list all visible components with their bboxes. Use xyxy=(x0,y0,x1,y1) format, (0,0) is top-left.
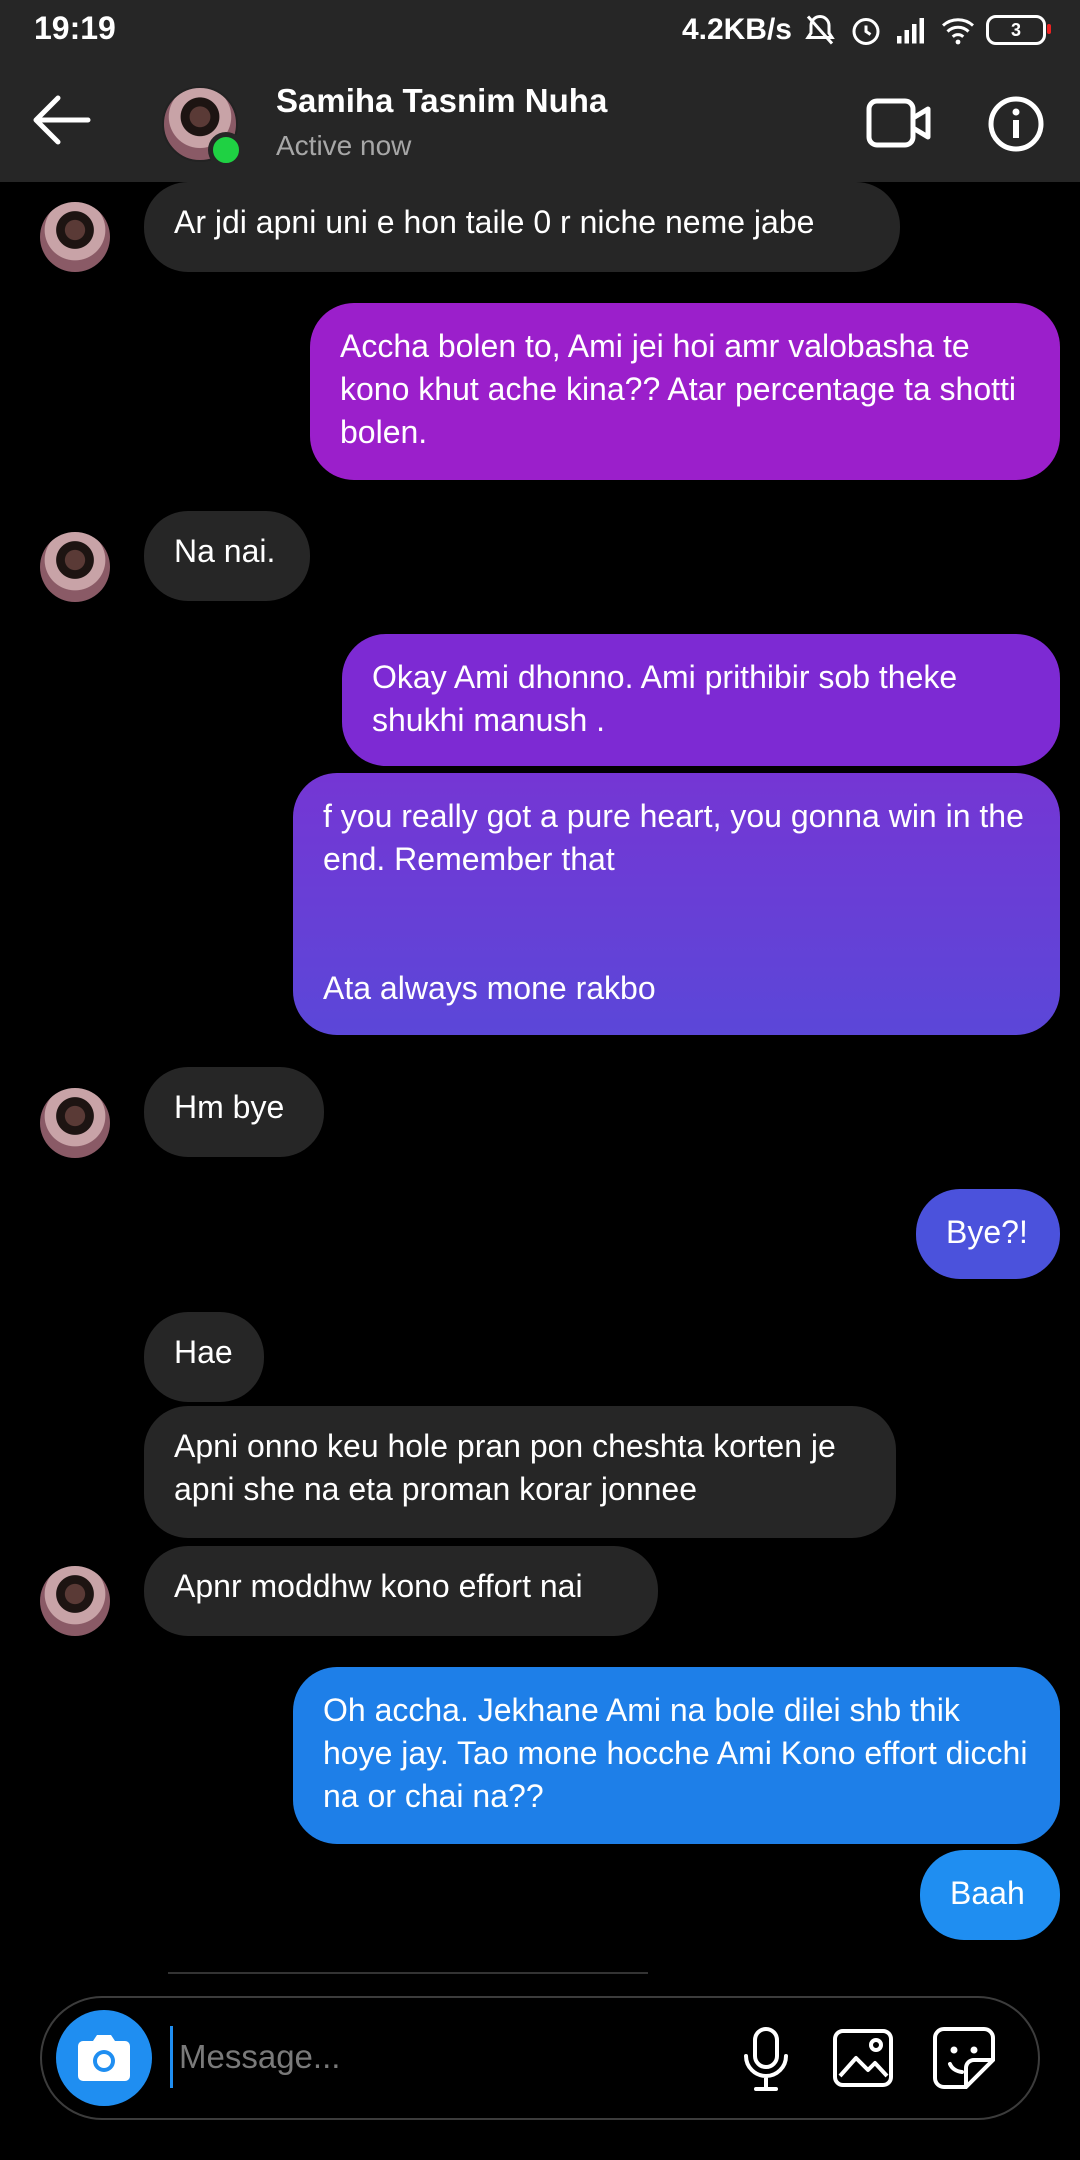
camera-button[interactable] xyxy=(56,2010,152,2106)
wifi-icon xyxy=(942,18,974,45)
status-bar: 19:19 4.2KB/s 3 xyxy=(0,0,1080,60)
message-composer xyxy=(40,1996,1040,2120)
message-incoming[interactable]: Hm bye xyxy=(144,1067,324,1157)
online-status-dot xyxy=(208,132,244,168)
message-outgoing[interactable]: Oh accha. Jekhane Ami na bole dilei shb … xyxy=(293,1667,1060,1844)
message-input[interactable] xyxy=(170,2026,741,2088)
mute-bell-icon xyxy=(805,14,835,45)
message-outgoing[interactable]: Baah xyxy=(920,1850,1060,1940)
alarm-icon xyxy=(852,18,880,45)
message-outgoing[interactable]: f you really got a pure heart, you gonna… xyxy=(293,773,1060,1035)
battery-icon: 3 xyxy=(986,15,1051,45)
message-outgoing[interactable]: Accha bolen to, Ami jei hoi amr valobash… xyxy=(310,303,1060,480)
contact-status: Active now xyxy=(276,130,412,161)
chat-header: Samiha Tasnim Nuha Active now xyxy=(0,60,1080,182)
video-call-icon[interactable] xyxy=(866,98,932,148)
message-outgoing[interactable]: Bye?! xyxy=(916,1189,1060,1279)
back-arrow-icon[interactable] xyxy=(28,90,94,150)
divider xyxy=(168,1972,648,1974)
sender-avatar[interactable] xyxy=(40,532,110,602)
status-icons: 4.2KB/s 3 xyxy=(681,10,1051,50)
contact-name[interactable]: Samiha Tasnim Nuha xyxy=(276,82,607,120)
network-speed: 4.2KB/s xyxy=(681,13,792,46)
sender-avatar[interactable] xyxy=(40,1566,110,1636)
gallery-icon[interactable] xyxy=(832,2028,894,2088)
battery-level: 3 xyxy=(1010,19,1021,40)
microphone-icon[interactable] xyxy=(736,2026,796,2092)
info-icon[interactable] xyxy=(988,96,1044,152)
camera-icon xyxy=(78,2035,130,2081)
signal-icon xyxy=(897,18,924,44)
contact-avatar[interactable] xyxy=(162,86,244,168)
message-incoming[interactable]: Hae xyxy=(144,1312,264,1402)
status-time: 19:19 xyxy=(34,10,116,46)
message-outgoing[interactable]: Okay Ami dhonno. Ami prithibir sob theke… xyxy=(342,634,1060,766)
sender-avatar[interactable] xyxy=(40,202,110,272)
sender-avatar[interactable] xyxy=(40,1088,110,1158)
sticker-icon[interactable] xyxy=(932,2026,996,2090)
message-incoming[interactable]: Ar jdi apni uni e hon taile 0 r niche ne… xyxy=(144,182,900,272)
message-incoming[interactable]: Apni onno keu hole pran pon cheshta kort… xyxy=(144,1406,896,1538)
message-incoming[interactable]: Apnr moddhw kono effort nai xyxy=(144,1546,658,1636)
message-incoming[interactable]: Na nai. xyxy=(144,511,310,601)
